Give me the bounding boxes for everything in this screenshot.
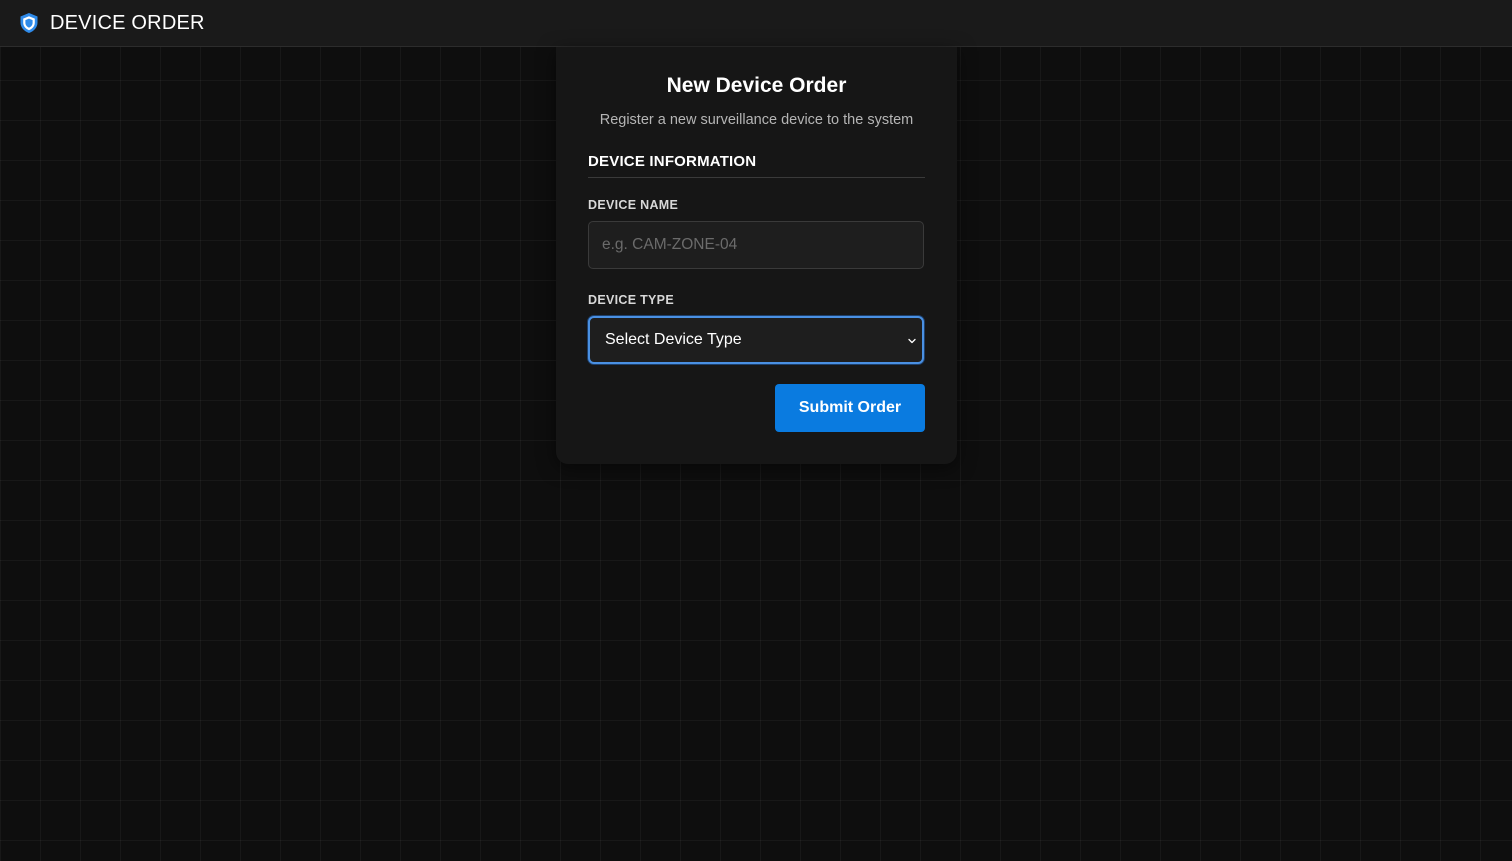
shield-icon [18,12,40,34]
section-heading: DEVICE INFORMATION [588,153,925,178]
device-type-selected: Select Device Type [605,331,742,348]
top-bar: DEVICE ORDER [0,0,1512,47]
device-type-select[interactable]: Select Device Type [588,316,924,364]
form-title: New Device Order [666,74,847,97]
device-type-label: DEVICE TYPE [588,293,674,307]
form-subtitle: Register a new surveillance device to th… [599,112,914,128]
form-actions: Submit Order [588,384,925,432]
device-name-input[interactable] [588,221,924,269]
chevron-down-icon [906,334,918,346]
device-name-label: DEVICE NAME [588,198,679,212]
app-title: DEVICE ORDER [50,11,205,34]
device-order-card: New Device Order Register a new surveill… [556,47,957,464]
submit-order-button[interactable]: Submit Order [775,384,925,432]
